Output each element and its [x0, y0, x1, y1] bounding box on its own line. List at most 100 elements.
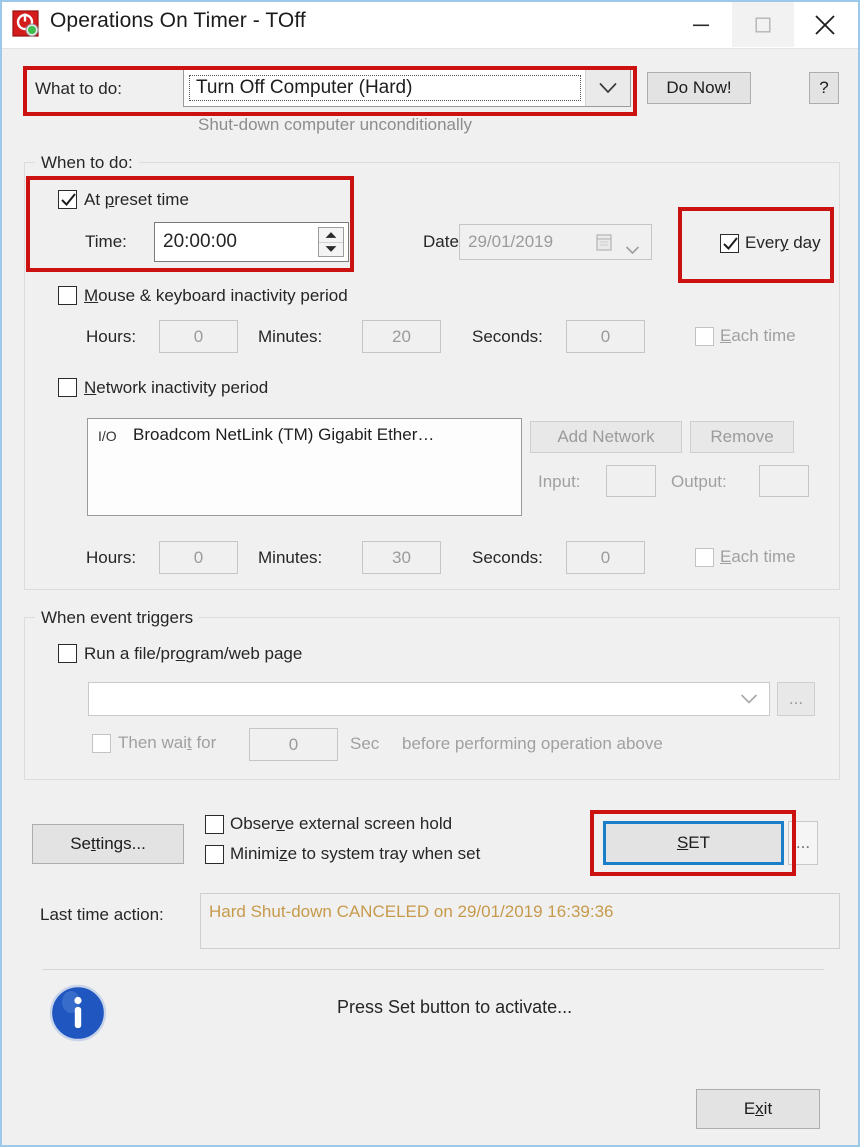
time-input[interactable]: 20:00:00 — [154, 222, 349, 262]
run-file-checkbox[interactable] — [58, 644, 77, 663]
chevron-down-icon[interactable] — [585, 70, 630, 106]
network-accel: N — [84, 378, 97, 397]
remove-label: Remove — [710, 427, 774, 446]
add-network-button[interactable]: Add Network — [530, 421, 682, 453]
when-to-do-group — [24, 162, 840, 590]
what-to-do-label: What to do: — [35, 79, 122, 99]
info-icon — [49, 984, 107, 1047]
minimize-icon[interactable] — [670, 2, 732, 47]
time-value: 20:00:00 — [163, 231, 237, 252]
run-file-accel: o — [175, 644, 186, 663]
net-minutes-label: Minutes: — [258, 548, 323, 567]
run-file-browse-label: ... — [788, 689, 804, 708]
mk-each-time-label: Each time — [720, 326, 796, 345]
time-spinner[interactable] — [318, 227, 344, 257]
then-wait-seconds-value: 0 — [288, 734, 299, 754]
what-to-do-label-text: What to do: — [35, 79, 122, 98]
window-title: Operations On Timer - TOff — [50, 9, 306, 32]
net-seconds-input[interactable]: 0 — [566, 541, 645, 574]
when-event-triggers-group-title: When event triggers — [35, 608, 200, 628]
every-day-accel: y — [779, 233, 789, 252]
mk-minutes-label: Minutes: — [258, 327, 323, 346]
net-each-time-label: Each time — [720, 547, 796, 566]
title-bar: Operations On Timer - TOff — [2, 2, 858, 49]
last-time-action-label: Last time action: — [40, 905, 164, 924]
then-wait-suffix-label: before performing operation above — [402, 734, 663, 753]
net-hours-label: Hours: — [86, 548, 137, 567]
help-button[interactable]: ? — [809, 72, 839, 104]
observe-accel: v — [276, 814, 285, 833]
observe-screen-hold-checkbox[interactable] — [205, 815, 224, 834]
every-day-label: Every day — [745, 233, 821, 252]
network-adapter-listbox[interactable]: I/O Broadcom NetLink (TM) Gigabit Ether… — [87, 418, 522, 516]
close-icon[interactable] — [794, 2, 856, 47]
minimize-tray-checkbox[interactable] — [205, 845, 224, 864]
mk-hours-label: Hours: — [86, 327, 137, 346]
run-file-browse-button[interactable]: ... — [777, 682, 815, 716]
what-to-do-description: Shut-down computer unconditionally — [198, 115, 473, 134]
mk-seconds-input[interactable]: 0 — [566, 320, 645, 353]
then-wait-sec-label: Sec — [350, 734, 380, 753]
run-file-chevron-down-icon[interactable] — [729, 683, 769, 715]
network-inactivity-checkbox[interactable] — [58, 378, 77, 397]
remove-button[interactable]: Remove — [690, 421, 794, 453]
net-minutes-value: 30 — [392, 547, 411, 567]
then-wait-seconds-input[interactable]: 0 — [249, 728, 338, 761]
network-output-value — [759, 465, 809, 497]
when-to-do-group-title: When to do: — [35, 153, 139, 173]
time-label: Time: — [85, 232, 127, 251]
spinner-down-icon[interactable] — [319, 242, 343, 256]
what-to-do-combobox[interactable]: Turn Off Computer (Hard) — [183, 69, 631, 107]
at-preset-time-label: At preset time — [84, 190, 189, 209]
exit-accel: x — [755, 1099, 764, 1118]
last-time-action-field: Hard Shut-down CANCELED on 29/01/2019 16… — [200, 893, 840, 949]
list-item[interactable]: Broadcom NetLink (TM) Gigabit Ether… — [133, 425, 434, 445]
mk-minutes-value: 20 — [392, 326, 411, 346]
mk-minutes-input[interactable]: 20 — [362, 320, 441, 353]
status-message: Press Set button to activate... — [337, 997, 573, 1017]
mk-seconds-label: Seconds: — [472, 327, 543, 346]
set-more-button[interactable]: ... — [788, 821, 818, 865]
help-label: ? — [819, 78, 829, 97]
mouse-keyboard-accel: M — [84, 286, 99, 305]
spinner-up-icon[interactable] — [319, 228, 343, 243]
last-time-action-value: Hard Shut-down CANCELED on 29/01/2019 16… — [209, 902, 614, 921]
exit-button[interactable]: Exit — [696, 1089, 820, 1129]
minimize-accel: z — [279, 844, 288, 863]
net-hours-input[interactable]: 0 — [159, 541, 238, 574]
toff-main-window: Operations On Timer - TOff What to do: T… — [0, 0, 860, 1147]
network-inactivity-label: Network inactivity period — [84, 378, 269, 397]
date-label: Date: — [423, 232, 464, 251]
set-accel: S — [676, 833, 689, 852]
mk-each-time-checkbox[interactable] — [695, 327, 714, 346]
do-now-label: Do Now! — [666, 78, 732, 97]
then-wait-checkbox[interactable] — [92, 734, 111, 753]
date-chevron-down-icon[interactable] — [625, 239, 640, 259]
net-seconds-label: Seconds: — [472, 548, 543, 567]
net-seconds-value: 0 — [600, 547, 611, 567]
network-input-label: Input: — [538, 472, 581, 491]
at-preset-time-checkbox[interactable] — [58, 190, 77, 209]
date-input[interactable]: 29/01/2019 — [459, 224, 652, 260]
focus-rectangle — [189, 75, 581, 101]
date-value: 29/01/2019 — [468, 232, 554, 251]
run-file-label: Run a file/program/web page — [84, 644, 303, 663]
at-preset-time-accel: p — [104, 190, 115, 209]
mk-seconds-value: 0 — [600, 326, 611, 346]
observe-screen-hold-label: Observe external screen hold — [230, 814, 453, 833]
every-day-checkbox[interactable] — [720, 234, 739, 253]
maximize-icon[interactable] — [732, 2, 794, 47]
set-button[interactable]: SET — [603, 821, 784, 865]
do-now-button[interactable]: WDo Now! — [647, 72, 751, 104]
mouse-keyboard-inactivity-checkbox[interactable] — [58, 286, 77, 305]
settings-button[interactable]: Settings... — [32, 824, 184, 864]
settings-accel: t — [90, 834, 96, 853]
mk-hours-input[interactable]: 0 — [159, 320, 238, 353]
calendar-icon — [596, 233, 615, 257]
then-wait-label: Then wait for — [118, 733, 217, 752]
net-each-time-checkbox[interactable] — [695, 548, 714, 567]
network-input-value — [606, 465, 656, 497]
net-minutes-input[interactable]: 30 — [362, 541, 441, 574]
footer-divider — [42, 969, 824, 970]
run-file-path-combobox[interactable] — [88, 682, 770, 716]
